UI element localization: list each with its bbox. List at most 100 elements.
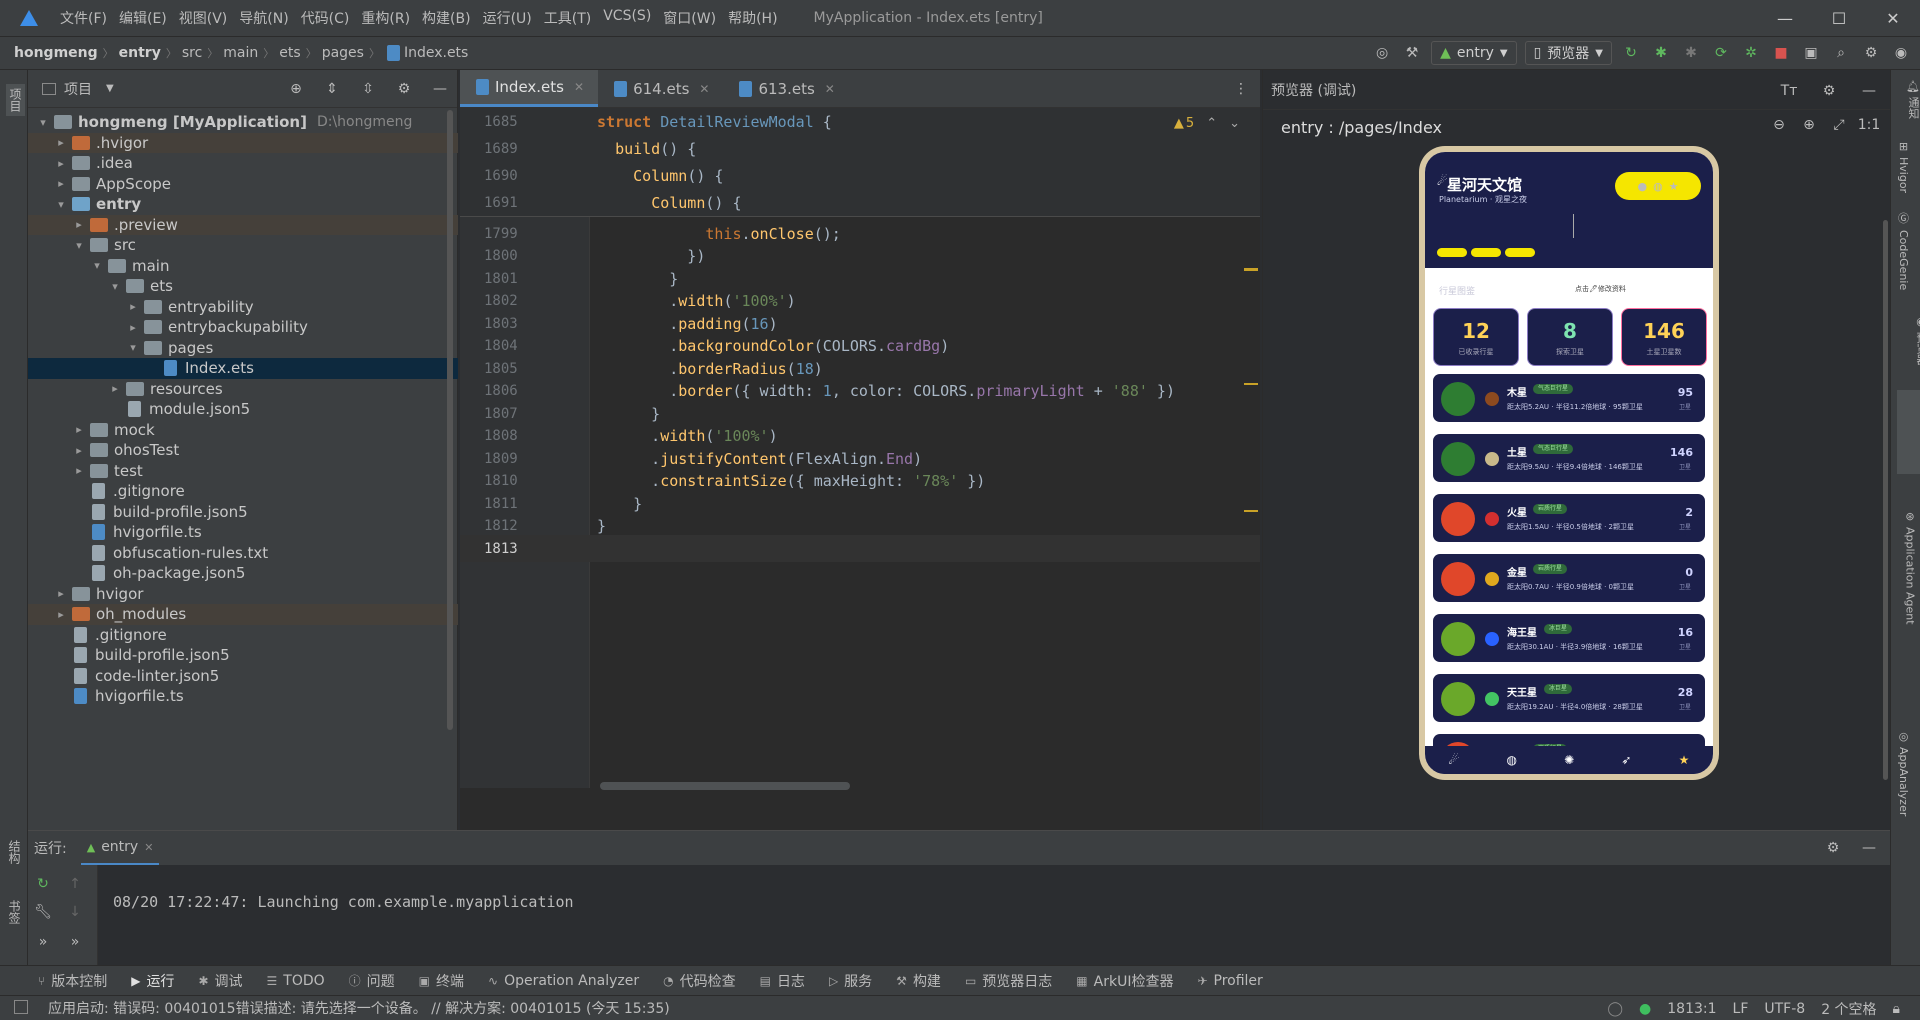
right-stripe-item[interactable]: ◎ AppAnalyzer	[1897, 730, 1910, 816]
apply-changes-icon[interactable]: ⟳	[1710, 42, 1732, 64]
right-stripe-item[interactable]: Ⓖ CodeGenie	[1897, 210, 1910, 290]
chevron-right-icon[interactable]: ▸	[54, 177, 68, 190]
chevron-right-icon[interactable]: ▸	[54, 136, 68, 149]
stripe-structure-tab[interactable]: 结构	[6, 840, 23, 864]
tree-item[interactable]: .gitignore	[28, 481, 458, 502]
tree-item[interactable]: ▸ test	[28, 461, 458, 482]
breadcrumb-item[interactable]: src	[182, 45, 202, 61]
bottom-tool-9[interactable]: ▷ 服务	[829, 971, 872, 991]
chevron-down-icon[interactable]: ▼	[106, 83, 114, 94]
stat-card[interactable]: 12 已收录行星	[1433, 308, 1519, 366]
chevron-down-icon[interactable]: ▾	[90, 259, 104, 272]
hide-icon[interactable]: —	[429, 78, 451, 100]
debug-icon[interactable]: ✱	[1650, 42, 1672, 64]
rerun-icon[interactable]: ↻	[1620, 42, 1642, 64]
device-screen[interactable]: ☄ 星河天文馆 Planetarium · 观星之夜 ● ◍ ★ 行星图鉴 点击…	[1425, 152, 1713, 774]
filter-chip[interactable]	[1437, 248, 1467, 257]
chevron-up-icon[interactable]: ⌃	[1206, 116, 1217, 131]
project-tree-scrollbar[interactable]	[447, 110, 453, 730]
code-area[interactable]: 1685 struct DetailReviewModal {1689 build…	[460, 108, 1260, 788]
toggle-panels-icon[interactable]	[14, 1000, 28, 1014]
section-hint[interactable]: 点击🖊修改资料	[1575, 284, 1626, 294]
nav-galaxy-icon[interactable]: ✺	[1564, 753, 1574, 767]
maximize-button[interactable]: ☐	[1812, 0, 1866, 36]
more-icon[interactable]: »	[32, 931, 54, 953]
nav-rocket-icon[interactable]: ➶	[1621, 753, 1631, 767]
device-manager-icon[interactable]: ▣	[1800, 42, 1822, 64]
chevron-right-icon[interactable]: ▸	[54, 587, 68, 600]
tree-item[interactable]: ▸ resources	[28, 379, 458, 400]
menu-item[interactable]: 文件(F)	[54, 8, 113, 28]
tree-item[interactable]: ▸ entrybackupability	[28, 317, 458, 338]
tree-item[interactable]: ▾ pages	[28, 338, 458, 359]
run-console-output[interactable]: 08/20 17:22:47: Launching com.example.my…	[113, 893, 574, 911]
bottom-tool-0[interactable]: ⑂ 版本控制	[38, 971, 107, 991]
menu-item[interactable]: 视图(V)	[173, 8, 234, 28]
menu-item[interactable]: 工具(T)	[538, 8, 597, 28]
planet-card[interactable]: 金星 岩质行星 距太阳0.7AU · 半径0.9倍地球 · 0颗卫星 0 卫星	[1433, 554, 1705, 602]
module-selector[interactable]: ▲ entry ▼	[1431, 41, 1517, 65]
menu-item[interactable]: 运行(U)	[477, 8, 538, 28]
tree-item[interactable]: ▸ oh_modules	[28, 604, 458, 625]
close-button[interactable]: ✕	[1866, 0, 1920, 36]
tree-item[interactable]: ▸ .hvigor	[28, 132, 458, 153]
bottom-tool-8[interactable]: ▤ 日志	[760, 971, 805, 991]
editor-tab[interactable]: Index.ets ✕	[460, 70, 599, 107]
settings-icon[interactable]: ⚙	[1822, 837, 1844, 859]
filter-chip[interactable]	[1505, 248, 1535, 257]
right-stripe-item[interactable]: ⊛ Application Agent	[1897, 510, 1920, 625]
breadcrumb-item[interactable]: hongmeng	[14, 45, 98, 61]
line-separator[interactable]: LF	[1733, 1001, 1749, 1017]
hide-icon[interactable]: —	[1858, 837, 1880, 859]
breadcrumb-item[interactable]: main	[223, 45, 258, 61]
warning-marker[interactable]	[1244, 268, 1258, 271]
settings-icon[interactable]: ⚙	[1860, 42, 1882, 64]
chevron-right-icon[interactable]: ▸	[72, 423, 86, 436]
breadcrumb-item[interactable]: pages	[322, 45, 364, 61]
settings-icon[interactable]: ⚙	[393, 78, 415, 100]
close-tab-icon[interactable]: ✕	[699, 82, 709, 96]
tree-item[interactable]: ▾ ets	[28, 276, 458, 297]
chevron-right-icon[interactable]: ▸	[126, 300, 140, 313]
planet-card[interactable]: 土星 气态巨行星 距太阳9.5AU · 半径9.4倍地球 · 146颗卫星 146 卫星	[1433, 434, 1705, 482]
hide-icon[interactable]: —	[1858, 80, 1880, 102]
right-stripe-item[interactable]: ◉ 预览器	[1897, 315, 1920, 365]
tree-item[interactable]: ▾ entry	[28, 194, 458, 215]
target-icon[interactable]: ◎	[1371, 42, 1393, 64]
tree-item[interactable]: ▸ AppScope	[28, 174, 458, 195]
tree-item[interactable]: ▾ src	[28, 235, 458, 256]
chevron-down-icon[interactable]: ⌄	[1229, 116, 1240, 131]
collapse-all-icon[interactable]: ⇳	[357, 78, 379, 100]
menu-item[interactable]: 导航(N)	[233, 8, 294, 28]
filter-chip[interactable]	[1471, 248, 1501, 257]
nav-telescope-icon[interactable]: ☄	[1449, 753, 1460, 767]
bottom-tool-6[interactable]: ∿ Operation Analyzer	[488, 973, 639, 989]
breadcrumb-item[interactable]: entry	[119, 45, 161, 61]
file-encoding[interactable]: UTF-8	[1764, 1001, 1805, 1017]
chevron-right-icon[interactable]: ▸	[126, 321, 140, 334]
tree-item[interactable]: ▸ ohosTest	[28, 440, 458, 461]
tree-item[interactable]: oh-package.json5	[28, 563, 458, 584]
bottom-tool-1[interactable]: ▶ 运行	[131, 971, 174, 991]
chevron-down-icon[interactable]: ▾	[36, 116, 50, 129]
expand-all-icon[interactable]: ⇕	[321, 78, 343, 100]
run-tab-entry[interactable]: ▲ entry ✕	[80, 831, 160, 865]
status-indicator-icon[interactable]: ◯	[1607, 1001, 1623, 1017]
inspection-widget[interactable]: ▲ 5 ⌃ ⌄	[1174, 116, 1240, 131]
actual-size-icon[interactable]: 1:1	[1858, 114, 1881, 136]
search-icon[interactable]: ⌕	[1830, 42, 1852, 64]
planet-card[interactable]: 火星 岩质行星 距太阳1.5AU · 半径0.5倍地球 · 2颗卫星 2 卫星	[1433, 494, 1705, 542]
tree-item[interactable]: hvigorfile.ts	[28, 522, 458, 543]
stat-card[interactable]: 146 土星卫星数	[1621, 308, 1707, 366]
zoom-in-icon[interactable]: ⊕	[1798, 114, 1820, 136]
font-size-icon[interactable]: Tт	[1778, 80, 1800, 102]
bottom-tool-4[interactable]: ⓘ 问题	[349, 971, 395, 991]
tree-item[interactable]: ▸ entryability	[28, 297, 458, 318]
lock-icon[interactable]: 🔒︎	[1893, 1001, 1900, 1017]
settings-icon[interactable]: ⚙	[1818, 80, 1840, 102]
chevron-right-icon[interactable]: ▸	[54, 157, 68, 170]
tree-item[interactable]: hvigorfile.ts	[28, 686, 458, 707]
right-stripe-item[interactable]: ⊞ Hvigor	[1897, 140, 1910, 193]
header-action-pill[interactable]: ● ◍ ★	[1615, 172, 1701, 200]
tree-item[interactable]: module.json5	[28, 399, 458, 420]
